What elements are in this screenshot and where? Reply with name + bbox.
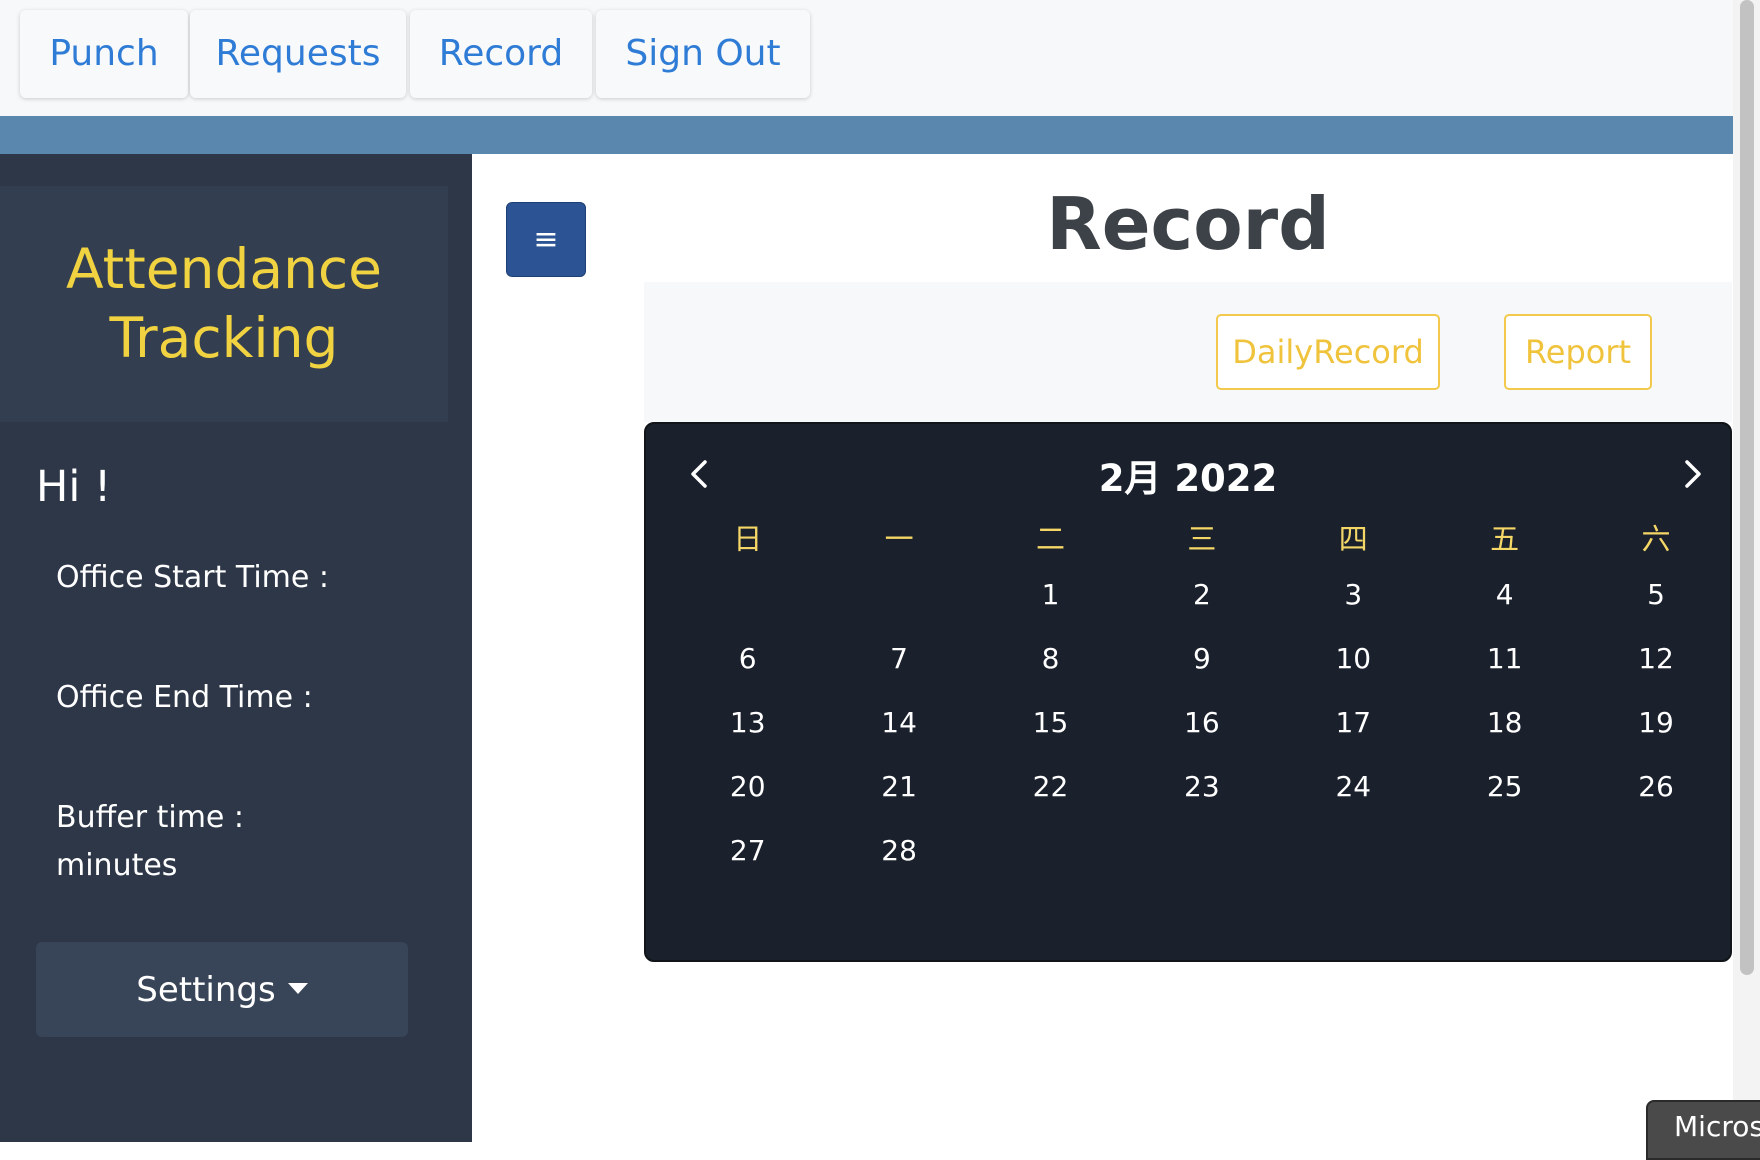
- calendar: 2月 2022 日 一 二 三 四 五 六 1 2 3 4 5 6 7 8 9 …: [644, 422, 1732, 962]
- calendar-day[interactable]: 15: [975, 706, 1126, 739]
- calendar-day[interactable]: 17: [1278, 706, 1429, 739]
- calendar-day[interactable]: 21: [823, 770, 974, 803]
- calendar-day[interactable]: 10: [1278, 642, 1429, 675]
- weekday-label: 三: [1187, 522, 1217, 556]
- weekday-label: 二: [1035, 522, 1065, 556]
- edge-popup-tab[interactable]: Micros: [1646, 1100, 1760, 1160]
- brand-panel: Attendance Tracking: [0, 186, 448, 422]
- calendar-day[interactable]: 5: [1580, 578, 1731, 611]
- calendar-day[interactable]: 23: [1126, 770, 1277, 803]
- office-end-time-label: Office End Time :: [56, 680, 313, 715]
- caret-down-icon: [287, 983, 308, 994]
- weekday-label: 五: [1490, 522, 1520, 556]
- buffer-time-label: Buffer time :: [56, 800, 245, 835]
- greeting: Hi !: [36, 462, 112, 512]
- calendar-week: 6 7 8 9 10 11 12: [672, 642, 1732, 675]
- nav-record-button[interactable]: Record: [410, 10, 592, 98]
- calendar-day: [672, 578, 823, 611]
- settings-label: Settings: [136, 969, 276, 1010]
- calendar-day[interactable]: 26: [1580, 770, 1731, 803]
- weekday-header: 日 一 二 三 四 五 六: [672, 516, 1732, 558]
- calendar-day[interactable]: 6: [672, 642, 823, 675]
- brand-title: Attendance Tracking: [65, 237, 383, 370]
- calendar-day: [1126, 834, 1277, 867]
- weekday-label: 六: [1641, 522, 1671, 556]
- calendar-day[interactable]: 7: [823, 642, 974, 675]
- sidebar-toggle-button[interactable]: ≡: [506, 202, 586, 277]
- calendar-week: 27 28: [672, 834, 1732, 867]
- calendar-month-title: 2月 2022: [1098, 457, 1278, 500]
- buffer-time-unit: minutes: [56, 848, 178, 883]
- calendar-day[interactable]: 20: [672, 770, 823, 803]
- calendar-week: 1 2 3 4 5: [672, 578, 1732, 611]
- calendar-day[interactable]: 25: [1429, 770, 1580, 803]
- nav-sign-out-button[interactable]: Sign Out: [596, 10, 810, 98]
- calendar-day[interactable]: 18: [1429, 706, 1580, 739]
- settings-dropdown-button[interactable]: Settings: [36, 942, 408, 1037]
- calendar-day[interactable]: 3: [1278, 578, 1429, 611]
- chevron-right-icon[interactable]: [1672, 454, 1712, 494]
- hamburger-icon: ≡: [533, 222, 559, 257]
- nav-requests-button[interactable]: Requests: [190, 10, 406, 98]
- report-button[interactable]: Report: [1504, 314, 1652, 390]
- calendar-day: [823, 578, 974, 611]
- calendar-day[interactable]: 22: [975, 770, 1126, 803]
- calendar-day[interactable]: 11: [1429, 642, 1580, 675]
- calendar-day[interactable]: 9: [1126, 642, 1277, 675]
- calendar-day[interactable]: 1: [975, 578, 1126, 611]
- nav-punch-button[interactable]: Punch: [20, 10, 188, 98]
- calendar-day[interactable]: 14: [823, 706, 974, 739]
- calendar-week: 13 14 15 16 17 18 19: [672, 706, 1732, 739]
- calendar-day[interactable]: 12: [1580, 642, 1731, 675]
- calendar-day: [1429, 834, 1580, 867]
- calendar-day: [1580, 834, 1731, 867]
- calendar-day[interactable]: 16: [1126, 706, 1277, 739]
- calendar-day: [1278, 834, 1429, 867]
- header-strip: [0, 116, 1733, 154]
- sidebar: Attendance Tracking Hi ! Office Start Ti…: [0, 154, 472, 1142]
- weekday-label: 四: [1338, 522, 1368, 556]
- calendar-day[interactable]: 24: [1278, 770, 1429, 803]
- calendar-day[interactable]: 19: [1580, 706, 1731, 739]
- calendar-day[interactable]: 4: [1429, 578, 1580, 611]
- calendar-day: [975, 834, 1126, 867]
- scrollbar-thumb[interactable]: [1740, 0, 1754, 975]
- calendar-day[interactable]: 27: [672, 834, 823, 867]
- calendar-day[interactable]: 2: [1126, 578, 1277, 611]
- calendar-day[interactable]: 13: [672, 706, 823, 739]
- page-title: Record: [1046, 182, 1330, 266]
- weekday-label: 日: [733, 522, 763, 556]
- daily-record-button[interactable]: DailyRecord: [1216, 314, 1440, 390]
- top-nav: Punch Requests Record Sign Out: [0, 0, 1733, 116]
- record-toolbar: DailyRecord Report: [644, 282, 1732, 422]
- calendar-day[interactable]: 28: [823, 834, 974, 867]
- office-start-time-label: Office Start Time :: [56, 560, 329, 595]
- calendar-week: 20 21 22 23 24 25 26: [672, 770, 1732, 803]
- calendar-day[interactable]: 8: [975, 642, 1126, 675]
- weekday-label: 一: [884, 522, 914, 556]
